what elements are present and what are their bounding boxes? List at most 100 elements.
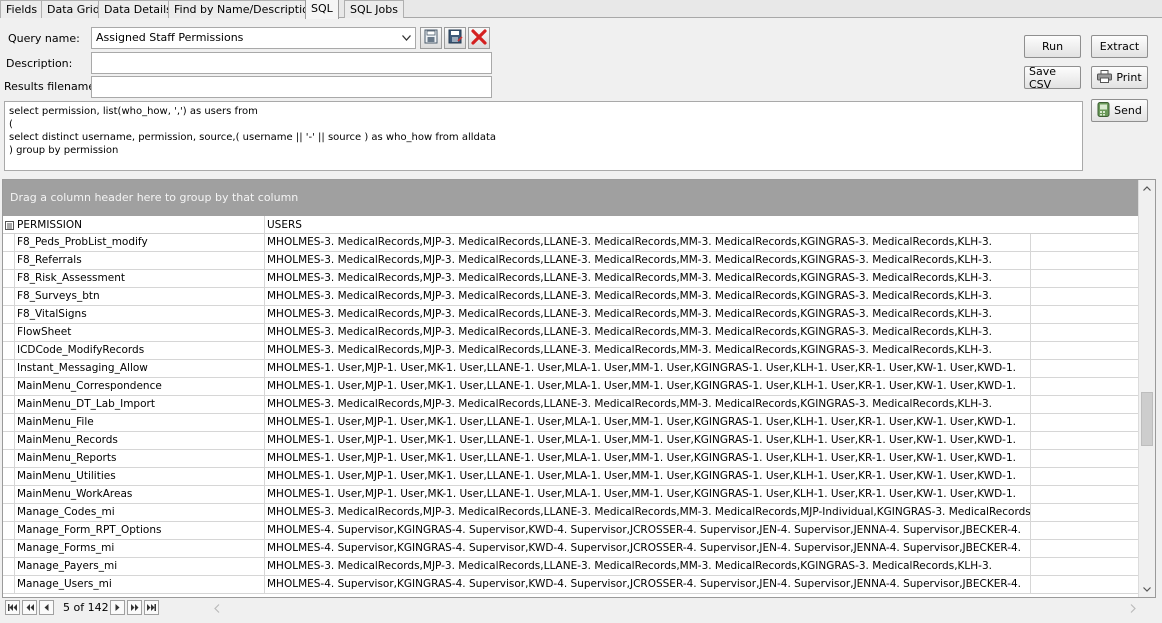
table-row[interactable]: MainMenu_WorkAreas MHOLMES-1. User,MJP-1.…: [3, 486, 1139, 504]
table-row[interactable]: F8_Peds_ProbList_modify MHOLMES-3. Medica…: [3, 234, 1139, 252]
row-indicator[interactable]: [3, 504, 15, 521]
table-row[interactable]: Instant_Messaging_Allow MHOLMES-1. User,M…: [3, 360, 1139, 378]
users-cell[interactable]: MHOLMES-3. MedicalRecords,MJP-3. Medical…: [265, 270, 1031, 287]
users-cell[interactable]: MHOLMES-4. Supervisor,KGINGRAS-4. Superv…: [265, 522, 1031, 539]
permission-cell[interactable]: MainMenu_DT_Lab_Import: [15, 396, 265, 413]
users-cell[interactable]: MHOLMES-3. MedicalRecords,MJP-3. Medical…: [265, 288, 1031, 305]
table-row[interactable]: F8_Risk_Assessment MHOLMES-3. MedicalReco…: [3, 270, 1139, 288]
row-indicator[interactable]: [3, 396, 15, 413]
extract-button[interactable]: Extract: [1091, 35, 1148, 58]
row-indicator[interactable]: [3, 432, 15, 449]
table-row[interactable]: Manage_Forms_mi MHOLMES-4. Supervisor,KGI…: [3, 540, 1139, 558]
first-page-icon[interactable]: [5, 600, 20, 615]
row-indicator[interactable]: [3, 558, 15, 575]
table-row[interactable]: Manage_Users_mi MHOLMES-4. Supervisor,KGI…: [3, 576, 1139, 594]
description-field[interactable]: [91, 52, 492, 74]
column-header-users[interactable]: USERS: [265, 216, 1031, 234]
permission-cell[interactable]: F8_Referrals: [15, 252, 265, 269]
chevron-down-icon[interactable]: [399, 30, 413, 46]
users-cell[interactable]: MHOLMES-1. User,MJP-1. User,MK-1. User,L…: [265, 360, 1031, 377]
users-cell[interactable]: MHOLMES-3. MedicalRecords,MJP-3. Medical…: [265, 252, 1031, 269]
permission-cell[interactable]: Manage_Form_RPT_Options: [15, 522, 265, 539]
permission-cell[interactable]: Instant_Messaging_Allow: [15, 360, 265, 377]
row-indicator[interactable]: [3, 522, 15, 539]
users-cell[interactable]: MHOLMES-3. MedicalRecords,MJP-3. Medical…: [265, 504, 1031, 521]
table-row[interactable]: MainMenu_Records MHOLMES-1. User,MJP-1. U…: [3, 432, 1139, 450]
row-indicator[interactable]: [3, 324, 15, 341]
tab-data-details[interactable]: Data Details: [98, 0, 178, 18]
permission-cell[interactable]: MainMenu_Reports: [15, 450, 265, 467]
table-row[interactable]: MainMenu_Utilities MHOLMES-1. User,MJP-1.…: [3, 468, 1139, 486]
previous-page-icon[interactable]: [22, 600, 37, 615]
users-cell[interactable]: MHOLMES-4. Supervisor,KGINGRAS-4. Superv…: [265, 540, 1031, 557]
row-indicator[interactable]: [3, 540, 15, 557]
permission-cell[interactable]: ICDCode_ModifyRecords: [15, 342, 265, 359]
permission-cell[interactable]: F8_Peds_ProbList_modify: [15, 234, 265, 251]
row-indicator[interactable]: [3, 306, 15, 323]
table-row[interactable]: MainMenu_Reports MHOLMES-1. User,MJP-1. U…: [3, 450, 1139, 468]
tab-sql[interactable]: SQL: [305, 0, 339, 19]
row-indicator[interactable]: [3, 468, 15, 485]
tab-fields[interactable]: Fields: [0, 0, 44, 18]
users-cell[interactable]: MHOLMES-1. User,MJP-1. User,MK-1. User,L…: [265, 450, 1031, 467]
next-record-icon[interactable]: [110, 600, 125, 615]
users-cell[interactable]: MHOLMES-1. User,MJP-1. User,MK-1. User,L…: [265, 486, 1031, 503]
users-cell[interactable]: MHOLMES-3. MedicalRecords,MJP-3. Medical…: [265, 306, 1031, 323]
permission-cell[interactable]: Manage_Forms_mi: [15, 540, 265, 557]
horizontal-scrollbar[interactable]: [210, 600, 1140, 616]
row-indicator[interactable]: [3, 576, 15, 593]
results-filename-field[interactable]: [91, 76, 492, 98]
users-cell[interactable]: MHOLMES-1. User,MJP-1. User,MK-1. User,L…: [265, 414, 1031, 431]
row-indicator[interactable]: [3, 252, 15, 269]
previous-record-icon[interactable]: [39, 600, 54, 615]
next-page-icon[interactable]: [127, 600, 142, 615]
table-row[interactable]: MainMenu_DT_Lab_Import MHOLMES-3. Medical…: [3, 396, 1139, 414]
sql-editor[interactable]: select permission, list(who_how, ',') as…: [4, 101, 1083, 171]
tab-find-by-name[interactable]: Find by Name/Description: [168, 0, 322, 18]
send-button[interactable]: Send: [1091, 99, 1148, 122]
tab-sql-jobs[interactable]: SQL Jobs: [344, 0, 404, 18]
run-button[interactable]: Run: [1024, 35, 1081, 58]
permission-cell[interactable]: Manage_Codes_mi: [15, 504, 265, 521]
scroll-left-icon[interactable]: [214, 603, 220, 616]
permission-cell[interactable]: F8_Surveys_btn: [15, 288, 265, 305]
table-row[interactable]: MainMenu_File MHOLMES-1. User,MJP-1. User…: [3, 414, 1139, 432]
permission-cell[interactable]: Manage_Users_mi: [15, 576, 265, 593]
save-as-query-button[interactable]: [444, 27, 466, 49]
table-row[interactable]: Manage_Form_RPT_Options MHOLMES-4. Superv…: [3, 522, 1139, 540]
permission-cell[interactable]: Manage_Payers_mi: [15, 558, 265, 575]
table-row[interactable]: FlowSheet MHOLMES-3. MedicalRecords,MJP-3…: [3, 324, 1139, 342]
permission-cell[interactable]: F8_VitalSigns: [15, 306, 265, 323]
table-row[interactable]: Manage_Payers_mi MHOLMES-3. MedicalRecord…: [3, 558, 1139, 576]
scroll-up-icon[interactable]: [1139, 180, 1155, 196]
group-by-panel[interactable]: Drag a column header here to group by th…: [3, 180, 1155, 216]
save-csv-button[interactable]: Save CSV: [1024, 65, 1081, 91]
permission-cell[interactable]: MainMenu_WorkAreas: [15, 486, 265, 503]
row-indicator[interactable]: [3, 342, 15, 359]
row-indicator[interactable]: [3, 360, 15, 377]
query-name-select[interactable]: Assigned Staff Permissions: [91, 27, 416, 49]
print-button[interactable]: Print: [1091, 66, 1148, 89]
scrollbar-thumb[interactable]: [1141, 392, 1153, 446]
row-indicator[interactable]: [3, 378, 15, 395]
users-cell[interactable]: MHOLMES-4. Supervisor,KGINGRAS-4. Superv…: [265, 576, 1031, 593]
scroll-down-icon[interactable]: [1139, 581, 1155, 597]
table-row[interactable]: MainMenu_Correspondence MHOLMES-1. User,M…: [3, 378, 1139, 396]
scroll-right-icon[interactable]: [1130, 603, 1136, 616]
users-cell[interactable]: MHOLMES-3. MedicalRecords,MJP-3. Medical…: [265, 234, 1031, 251]
last-page-icon[interactable]: [144, 600, 159, 615]
permission-cell[interactable]: MainMenu_Records: [15, 432, 265, 449]
table-row[interactable]: Manage_Codes_mi MHOLMES-3. MedicalRecords…: [3, 504, 1139, 522]
tab-data-grid[interactable]: Data Grid: [41, 0, 106, 18]
users-cell[interactable]: MHOLMES-3. MedicalRecords,MJP-3. Medical…: [265, 324, 1031, 341]
delete-query-button[interactable]: [468, 27, 490, 49]
vertical-scrollbar[interactable]: [1138, 180, 1155, 597]
row-indicator[interactable]: [3, 414, 15, 431]
save-query-button[interactable]: [420, 27, 442, 49]
row-indicator[interactable]: [3, 450, 15, 467]
table-row[interactable]: F8_Surveys_btn MHOLMES-3. MedicalRecords,…: [3, 288, 1139, 306]
users-cell[interactable]: MHOLMES-1. User,MJP-1. User,MK-1. User,L…: [265, 432, 1031, 449]
users-cell[interactable]: MHOLMES-3. MedicalRecords,MJP-3. Medical…: [265, 342, 1031, 359]
table-row[interactable]: F8_VitalSigns MHOLMES-3. MedicalRecords,M…: [3, 306, 1139, 324]
column-chooser-icon[interactable]: [3, 216, 15, 234]
